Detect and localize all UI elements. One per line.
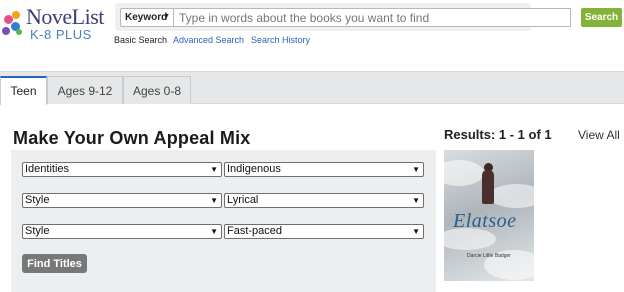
chevron-down-icon: ▼: [210, 196, 218, 205]
select-value: Style: [25, 225, 50, 237]
view-all-link[interactable]: View All: [578, 128, 620, 142]
chevron-down-icon: ▼: [412, 196, 420, 205]
find-titles-button[interactable]: Find Titles: [22, 254, 87, 273]
select-value: Identities: [25, 163, 70, 175]
appeal-mix-title: Make Your Own Appeal Mix: [13, 128, 251, 148]
basic-search-link[interactable]: Basic Search: [114, 35, 167, 45]
search-button[interactable]: Search: [581, 8, 622, 27]
search-history-link[interactable]: Search History: [251, 35, 310, 45]
search-input[interactable]: [173, 8, 571, 27]
chevron-down-icon: ▼: [210, 165, 218, 174]
select-value: Indigenous: [227, 163, 281, 175]
results-count: Results: 1 - 1 of 1: [444, 127, 552, 142]
appeal-category-select-1[interactable]: Identities ▼: [22, 162, 222, 177]
book-cover[interactable]: Elatsoe Darcie Little Badger: [444, 150, 534, 281]
logo-subtitle: K-8 PLUS: [30, 27, 92, 42]
tab-ages-0-8[interactable]: Ages 0-8: [123, 76, 191, 104]
novelist-logo[interactable]: NoveList K-8 PLUS: [2, 5, 110, 47]
search-bar: Keyword ▼ Search ?: [115, 3, 622, 31]
cover-title: Elatsoe: [453, 210, 517, 232]
chevron-down-icon: ▼: [210, 227, 218, 236]
appeal-value-select-2[interactable]: Lyrical ▼: [224, 193, 424, 208]
appeal-category-select-2[interactable]: Style ▼: [22, 193, 222, 208]
chevron-down-icon: ▼: [412, 227, 420, 236]
select-value: Fast-paced: [227, 225, 283, 237]
tab-teen[interactable]: Teen: [0, 76, 47, 105]
search-field-label: Keyword: [125, 12, 168, 23]
select-value: Style: [25, 194, 50, 206]
advanced-search-link[interactable]: Advanced Search: [173, 35, 244, 45]
select-value: Lyrical: [227, 194, 259, 206]
chevron-down-icon: ▼: [163, 13, 170, 20]
appeal-value-select-3[interactable]: Fast-paced ▼: [224, 224, 424, 239]
figure-body-icon: [482, 170, 494, 204]
chevron-down-icon: ▼: [412, 165, 420, 174]
appeal-value-select-1[interactable]: Indigenous ▼: [224, 162, 424, 177]
logo-name: NoveList: [26, 4, 104, 29]
search-field-select[interactable]: Keyword ▼: [120, 8, 174, 27]
tab-ages-9-12[interactable]: Ages 9-12: [47, 76, 123, 104]
logo-dots-icon: [2, 11, 28, 41]
cover-author: Darcie Little Badger: [467, 253, 511, 259]
appeal-category-select-3[interactable]: Style ▼: [22, 224, 222, 239]
